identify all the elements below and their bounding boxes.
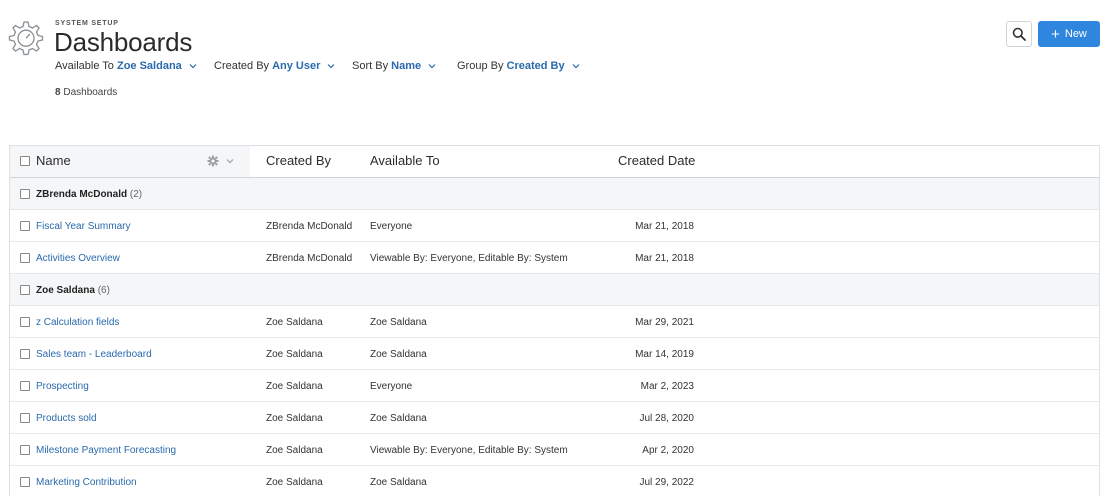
available-to-cell: Viewable By: Everyone, Editable By: Syst… bbox=[370, 445, 568, 456]
created-date-cell: Mar 21, 2018 bbox=[635, 221, 694, 232]
row-checkbox[interactable] bbox=[20, 349, 30, 359]
filter-label: Group By bbox=[457, 60, 504, 72]
created-date-cell: Jul 28, 2020 bbox=[639, 413, 695, 424]
filter-group-by[interactable]: Group By Created By bbox=[457, 60, 580, 72]
created-date-cell: Mar 14, 2019 bbox=[635, 349, 694, 360]
available-to-cell: Zoe Saldana bbox=[370, 317, 427, 328]
created-by-cell: ZBrenda McDonald bbox=[266, 221, 353, 232]
table-row: Activities Overview ZBrenda McDonald Vie… bbox=[10, 242, 1099, 274]
dashboard-link[interactable]: Products sold bbox=[36, 413, 97, 424]
search-icon bbox=[1012, 27, 1026, 41]
dashboard-link[interactable]: Sales team - Leaderboard bbox=[36, 349, 152, 360]
created-by-cell: Zoe Saldana bbox=[266, 349, 323, 360]
created-date-cell: Mar 21, 2018 bbox=[635, 253, 694, 264]
group-checkbox[interactable] bbox=[20, 189, 30, 199]
created-date-cell: Mar 2, 2023 bbox=[640, 381, 694, 392]
column-header-available-to[interactable]: Available To bbox=[370, 153, 440, 168]
created-by-cell: Zoe Saldana bbox=[266, 317, 323, 328]
count-number: 8 bbox=[55, 87, 61, 98]
row-checkbox[interactable] bbox=[20, 221, 30, 231]
dashboard-count: 8 Dashboards bbox=[55, 87, 117, 98]
table-row: z Calculation fields Zoe Saldana Zoe Sal… bbox=[10, 306, 1099, 338]
created-by-cell: Zoe Saldana bbox=[266, 413, 323, 424]
settings-gear-icon[interactable] bbox=[207, 155, 219, 167]
dashboard-link[interactable]: z Calculation fields bbox=[36, 317, 119, 328]
filter-value: Created By bbox=[506, 60, 565, 72]
page-header: SYSTEM SETUP Dashboards Available To Zoe… bbox=[0, 0, 1108, 145]
new-button[interactable]: + New bbox=[1038, 21, 1100, 47]
available-to-cell: Everyone bbox=[370, 221, 413, 232]
created-date-cell: Apr 2, 2020 bbox=[642, 445, 694, 456]
group-name: Zoe Saldana bbox=[36, 285, 95, 296]
row-checkbox[interactable] bbox=[20, 413, 30, 423]
group-title: ZBrenda McDonald (2) bbox=[36, 189, 142, 200]
created-by-cell: Zoe Saldana bbox=[266, 381, 323, 392]
group-row: ZBrenda McDonald (2) bbox=[10, 178, 1099, 210]
created-by-cell: Zoe Saldana bbox=[266, 477, 323, 488]
gear-icon bbox=[8, 21, 44, 56]
group-row: Zoe Saldana (6) bbox=[10, 274, 1099, 306]
created-date-cell: Mar 29, 2021 bbox=[635, 317, 694, 328]
created-by-cell: Zoe Saldana bbox=[266, 445, 323, 456]
filter-value: Any User bbox=[272, 60, 321, 72]
table-row: Marketing Contribution Zoe Saldana Zoe S… bbox=[10, 466, 1099, 496]
available-to-cell: Zoe Saldana bbox=[370, 349, 427, 360]
dashboard-link[interactable]: Milestone Payment Forecasting bbox=[36, 445, 176, 456]
column-header-created-date[interactable]: Created Date bbox=[618, 153, 695, 168]
filter-value: Zoe Saldana bbox=[116, 60, 182, 72]
chevron-down-icon bbox=[328, 64, 335, 69]
filter-sort-by[interactable]: Sort By Name bbox=[352, 60, 436, 72]
row-checkbox[interactable] bbox=[20, 477, 30, 487]
created-date-cell: Jul 29, 2022 bbox=[639, 477, 695, 488]
count-label: Dashboards bbox=[63, 87, 118, 98]
column-header-name[interactable]: Name bbox=[36, 153, 71, 168]
dashboards-table: Name Created By Available To Created Dat… bbox=[9, 145, 1100, 496]
chevron-down-icon[interactable] bbox=[226, 157, 234, 165]
table-row: Products sold Zoe Saldana Zoe Saldana Ju… bbox=[10, 402, 1099, 434]
chevron-down-icon bbox=[428, 64, 436, 69]
available-to-cell: Zoe Saldana bbox=[370, 413, 427, 424]
available-to-cell: Everyone bbox=[370, 381, 413, 392]
group-count: (2) bbox=[129, 189, 143, 200]
dashboard-link[interactable]: Fiscal Year Summary bbox=[36, 221, 130, 232]
dashboard-link[interactable]: Marketing Contribution bbox=[36, 477, 137, 488]
filter-label: Sort By bbox=[352, 60, 389, 72]
table-row: Sales team - Leaderboard Zoe Saldana Zoe… bbox=[10, 338, 1099, 370]
available-to-cell: Zoe Saldana bbox=[370, 477, 427, 488]
row-checkbox[interactable] bbox=[20, 253, 30, 263]
row-checkbox[interactable] bbox=[20, 445, 30, 455]
row-checkbox[interactable] bbox=[20, 381, 30, 391]
group-checkbox[interactable] bbox=[20, 285, 30, 295]
filter-label: Created By bbox=[214, 60, 270, 72]
dashboard-link[interactable]: Prospecting bbox=[36, 381, 89, 392]
chevron-down-icon bbox=[572, 64, 580, 69]
table-row: Fiscal Year Summary ZBrenda McDonald Eve… bbox=[10, 210, 1099, 242]
section-label: SYSTEM SETUP bbox=[55, 20, 119, 27]
filter-available-to[interactable]: Available To Zoe Saldana bbox=[55, 60, 197, 72]
group-title: Zoe Saldana (6) bbox=[36, 285, 110, 296]
page-title: Dashboards bbox=[54, 27, 193, 57]
created-by-cell: ZBrenda McDonald bbox=[266, 253, 353, 264]
table-row: Prospecting Zoe Saldana Everyone Mar 2, … bbox=[10, 370, 1099, 402]
table-row: Milestone Payment Forecasting Zoe Saldan… bbox=[10, 434, 1099, 466]
column-header-created-by[interactable]: Created By bbox=[266, 153, 331, 168]
search-button[interactable] bbox=[1006, 21, 1032, 47]
plus-icon: + bbox=[1051, 25, 1060, 43]
dashboard-link[interactable]: Activities Overview bbox=[36, 253, 120, 264]
select-all-checkbox[interactable] bbox=[20, 156, 30, 166]
row-checkbox[interactable] bbox=[20, 317, 30, 327]
filter-created-by[interactable]: Created By Any User bbox=[214, 60, 335, 72]
filter-value: Name bbox=[391, 60, 422, 72]
chevron-down-icon bbox=[189, 64, 197, 69]
available-to-cell: Viewable By: Everyone, Editable By: Syst… bbox=[370, 253, 568, 264]
table-header: Name Created By Available To Created Dat… bbox=[10, 146, 1099, 178]
new-button-label: New bbox=[1064, 28, 1087, 40]
group-count: (6) bbox=[97, 285, 110, 296]
filter-label: Available To bbox=[55, 60, 114, 72]
group-name: ZBrenda McDonald bbox=[36, 189, 128, 200]
